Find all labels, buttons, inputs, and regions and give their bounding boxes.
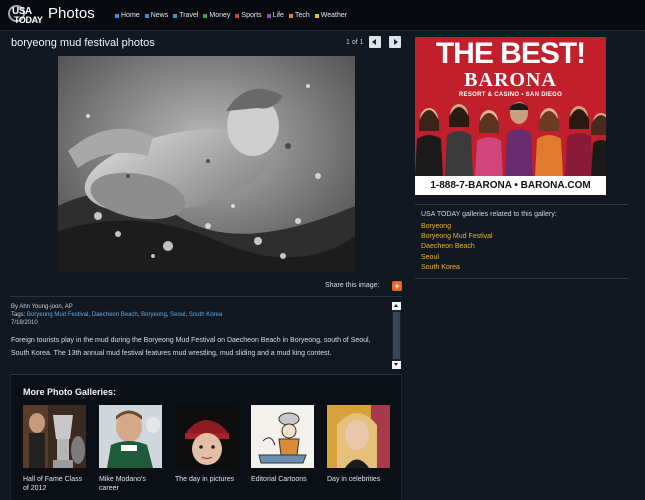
gallery-thumbnail[interactable] (99, 405, 162, 468)
tag-link[interactable]: Seoul (170, 312, 185, 318)
gallery-thumbnail[interactable] (175, 405, 238, 468)
tag-link[interactable]: Daecheon Beach (92, 312, 138, 318)
nav-item-home[interactable]: Home (115, 12, 140, 19)
gallery-card-hall-of-fame[interactable]: Hall of Fame Class of 2012 (23, 405, 87, 493)
related-link-daecheon-beach[interactable]: Daecheon Beach (421, 242, 493, 252)
share-label: Share this image: (325, 282, 380, 289)
mud-festival-photo (58, 56, 355, 272)
scrollbar-thumb[interactable] (393, 312, 400, 359)
nav-item-travel[interactable]: Travel (173, 12, 198, 19)
nav-square-icon (115, 13, 119, 18)
nav-item-weather[interactable]: Weather (314, 12, 347, 19)
next-photo-button[interactable] (389, 36, 401, 48)
photo-caption: Foreign tourists play in the mud during … (11, 337, 371, 357)
nav-item-news[interactable]: News (144, 12, 168, 19)
scroll-up-icon[interactable] (392, 302, 401, 310)
nav-item-sports[interactable]: Sports (235, 12, 262, 19)
tag-link[interactable]: Boryeong Mud Festival (27, 312, 88, 318)
gallery-thumbnail[interactable] (327, 405, 390, 468)
divider (10, 296, 402, 297)
related-link-south-korea[interactable]: South Korea (421, 263, 493, 273)
ad-headline: THE BEST! (435, 37, 586, 70)
share-plus-icon[interactable]: + (392, 281, 402, 291)
gallery-thumbnail[interactable] (23, 405, 86, 468)
nav-item-tech[interactable]: Tech (288, 12, 310, 19)
tag-link[interactable]: South Korea (189, 312, 222, 318)
divider (415, 278, 628, 279)
nav-item-life[interactable]: Life (266, 12, 284, 19)
scroll-down-icon[interactable] (392, 361, 401, 369)
section-title[interactable]: Photos (48, 5, 95, 22)
nav-square-icon (266, 13, 271, 18)
nav-square-icon (203, 13, 208, 18)
gallery-card-day-in-celebrities[interactable]: Day in celebrities (327, 405, 391, 484)
gallery-card-label[interactable]: Day in celebrities (327, 475, 391, 484)
divider (415, 204, 628, 205)
nav-square-icon (314, 13, 319, 18)
nav-square-icon (173, 13, 178, 18)
related-link-boryeong-mud-festival[interactable]: Boryeong Mud Festival (421, 232, 493, 242)
gallery-card-editorial-cartoons[interactable]: Editorial Cartoons (251, 405, 315, 484)
main-photo (58, 56, 355, 272)
ad-people-image (415, 102, 606, 177)
previous-photo-button[interactable] (369, 36, 381, 48)
main-nav: Home News Travel Money Sports Life Tech … (115, 12, 347, 19)
more-galleries-panel: More Photo Galleries: Hall of Fame Class… (10, 374, 402, 500)
related-galleries-list: Boryeong Boryeong Mud Festival Daecheon … (421, 222, 493, 273)
top-bar: USA TODAY Photos Home News Travel Money … (0, 0, 645, 31)
related-link-seoul[interactable]: Seoul (421, 253, 493, 263)
related-link-boryeong[interactable]: Boryeong (421, 222, 493, 232)
gallery-title: boryeong mud festival photos (11, 37, 155, 49)
ad-brand: BARONA (464, 69, 557, 91)
ad-phone-url: 1-888-7-BARONA • BARONA.COM (415, 176, 606, 195)
caption-scrollbar[interactable] (392, 302, 401, 369)
barona-advertisement[interactable]: THE BEST! BARONA RESORT & CASINO • SAN D… (415, 37, 606, 195)
related-galleries-heading: USA TODAY galleries related to this gall… (421, 211, 557, 218)
ad-subline: RESORT & CASINO • SAN DIEGO (458, 92, 563, 98)
photo-byline: By Ahn Young-joon, AP (11, 304, 73, 310)
gallery-card-label[interactable]: Mike Modano's career (99, 475, 163, 493)
gallery-thumbnail[interactable] (251, 405, 314, 468)
gallery-card-label[interactable]: Hall of Fame Class of 2012 (23, 475, 87, 493)
nav-square-icon (288, 13, 293, 18)
gallery-card-label[interactable]: Editorial Cartoons (251, 475, 315, 484)
nav-square-icon (235, 13, 240, 18)
tag-link[interactable]: Boryeong (141, 312, 167, 318)
photo-date: 7/18/2010 (11, 320, 38, 326)
gallery-card-day-in-pictures[interactable]: The day in pictures (175, 405, 239, 484)
logo-text-bottom: TODAY (14, 15, 43, 25)
gallery-card-label[interactable]: The day in pictures (175, 475, 239, 484)
tags-label: Tags: (11, 312, 26, 318)
gallery-card-mike-modano[interactable]: Mike Modano's career (99, 405, 163, 493)
nav-square-icon (144, 13, 149, 18)
more-galleries-title: More Photo Galleries: (23, 387, 117, 397)
photo-counter: 1 of 1 (346, 39, 364, 46)
photo-tags: Tags: Boryeong Mud Festival, Daecheon Be… (11, 312, 223, 318)
nav-item-money[interactable]: Money (203, 12, 230, 19)
usa-today-logo[interactable]: USA TODAY (8, 5, 44, 25)
